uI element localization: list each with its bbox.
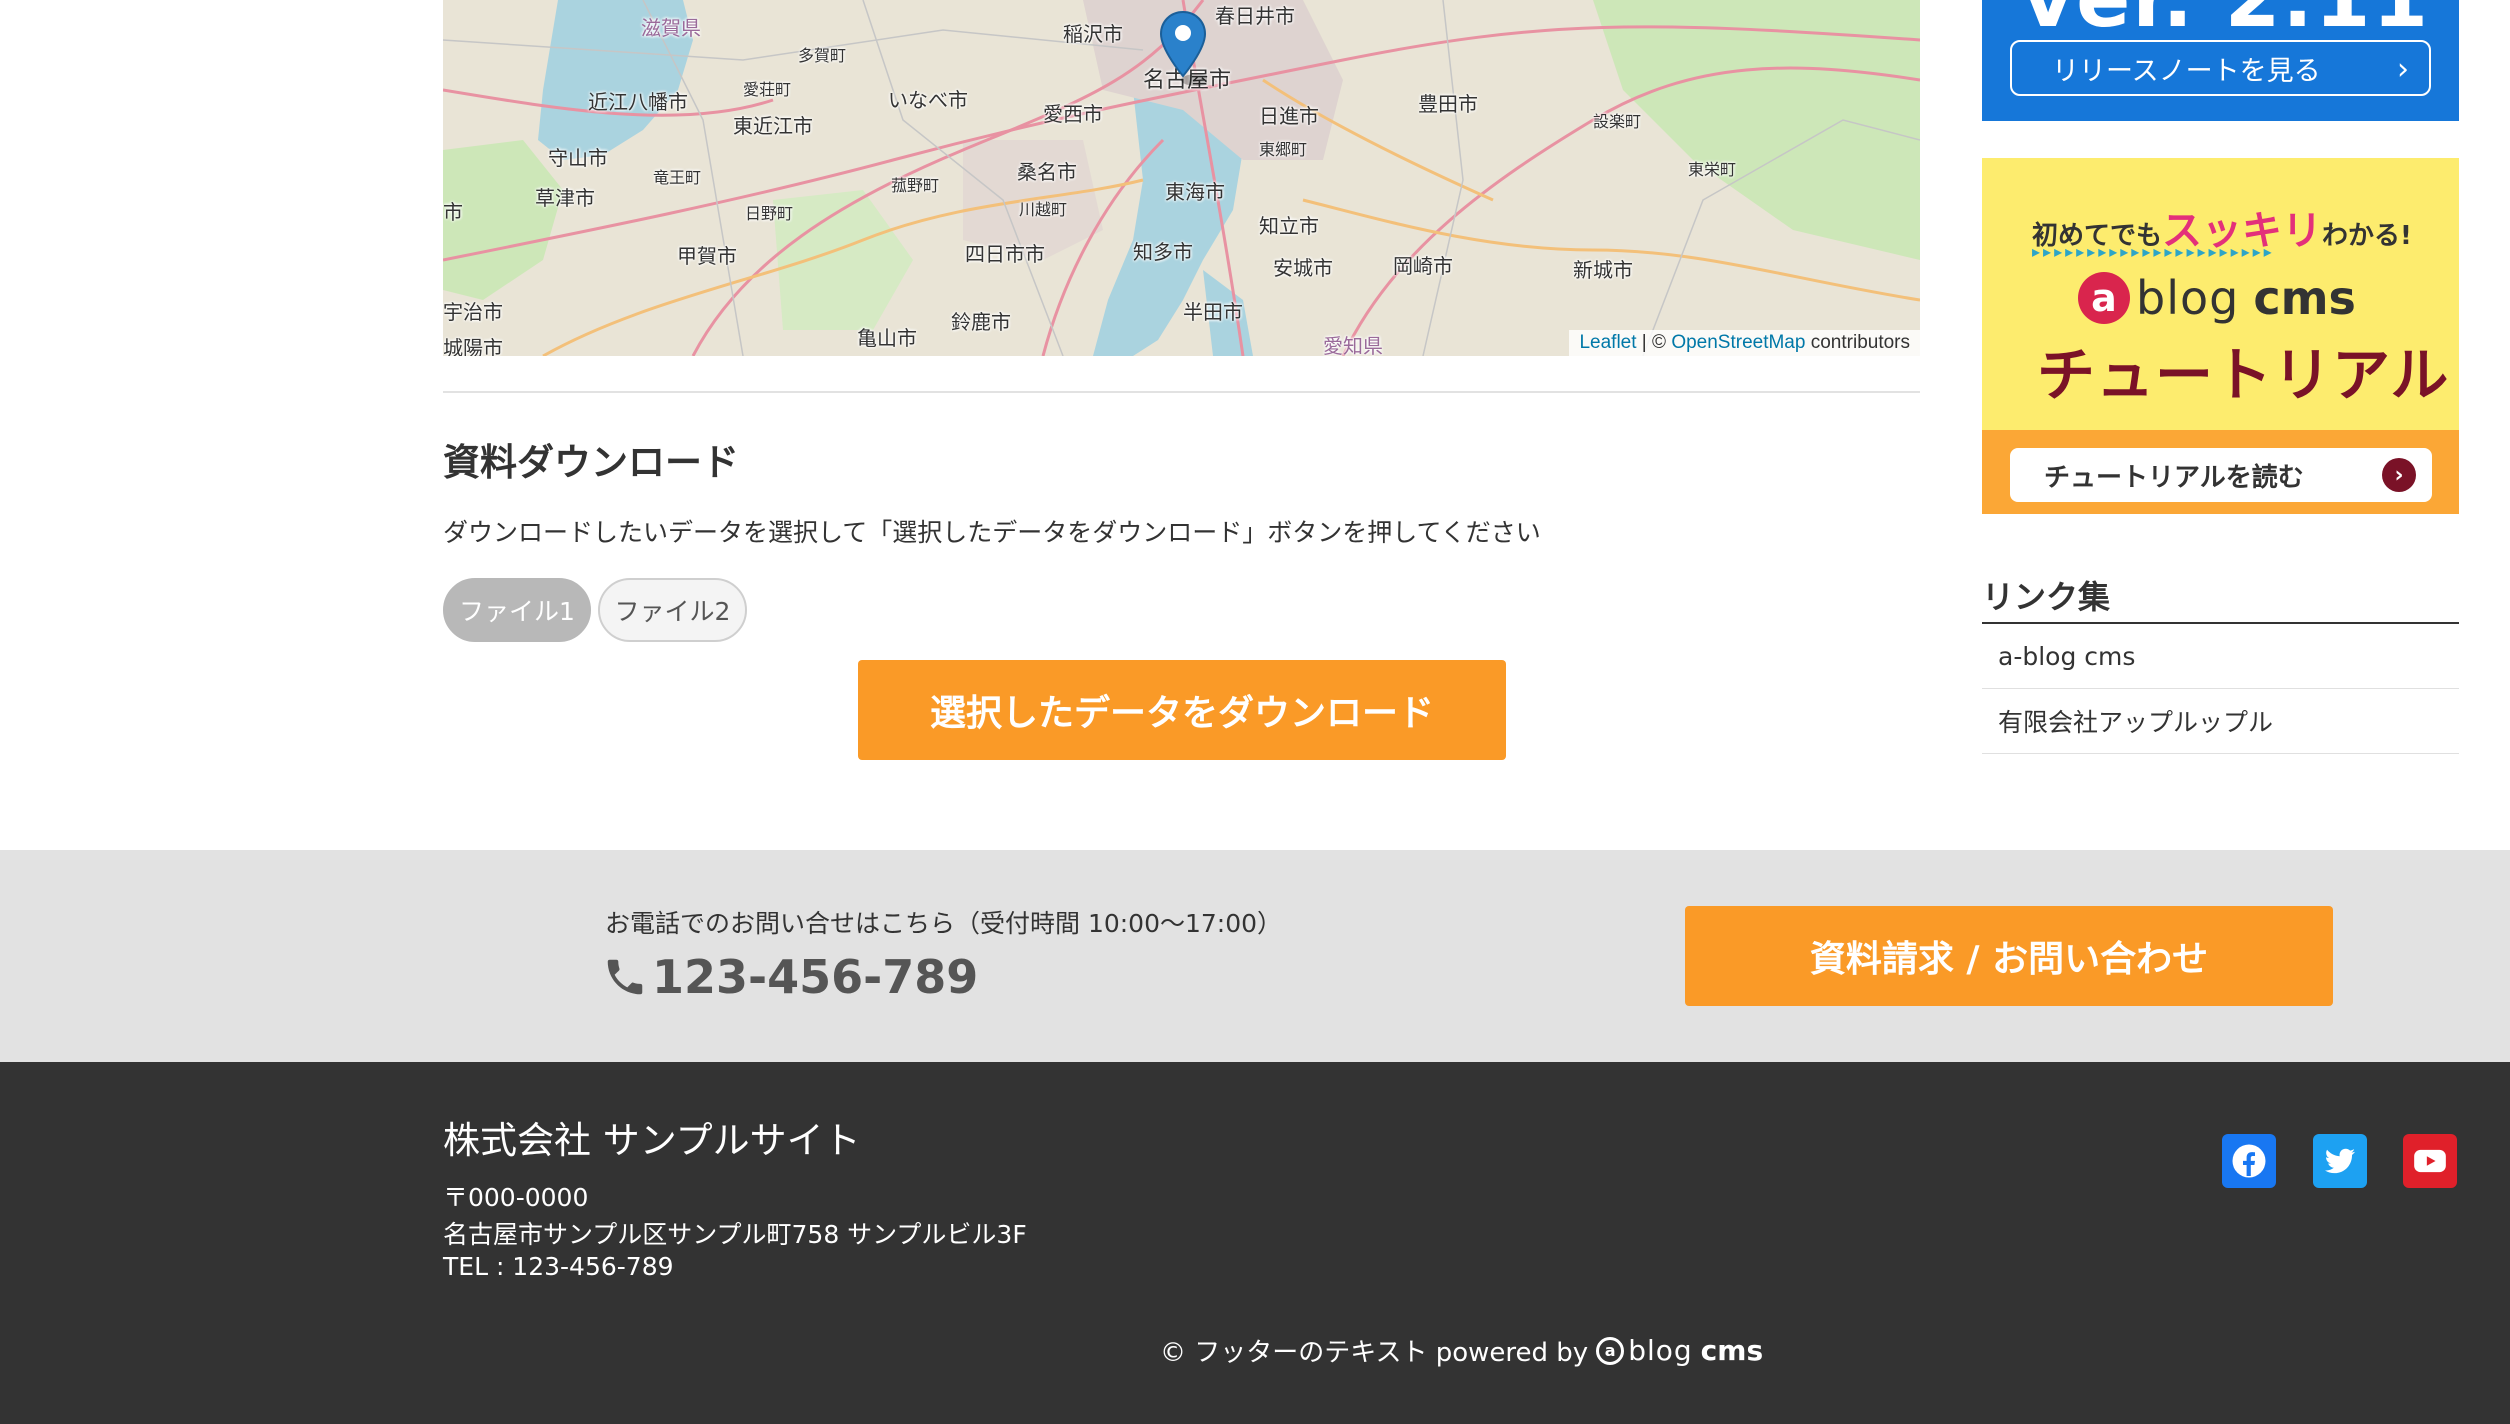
ablogcms-footer-logo-cms: cms — [1700, 1334, 1764, 1367]
map-label: 四日市市 — [965, 242, 1045, 266]
map-label: 草津市 — [535, 186, 595, 210]
phone-icon — [607, 959, 643, 995]
tutorial-banner[interactable]: 初めてでもスッキリわかる! ▸▸▸▸▸▸▸▸▸▸▸▸▸▸▸▸▸▸▸▸▸▸ a b… — [1982, 158, 2459, 514]
phone-number: 123-456-789 — [652, 950, 979, 1004]
map-label: 半田市 — [1183, 300, 1243, 324]
link-item-ablogcms[interactable]: a-blog cms — [1982, 624, 2459, 689]
file2-chip[interactable]: ファイル2 — [598, 578, 747, 642]
map-label: 愛荘町 — [743, 80, 792, 99]
map-label: 春日井市 — [1215, 4, 1295, 28]
map-attribution: Leaflet | © OpenStreetMap contributors — [1569, 330, 1920, 356]
release-notes-label: リリースノートを見る — [2052, 55, 2321, 87]
version-text: ver. 2.11 — [2022, 0, 2430, 45]
ablogcms-logo-blog: blog — [2136, 271, 2240, 325]
copyright-text: © フッターのテキスト powered by — [1160, 1338, 1589, 1368]
map-label: 日進市 — [1259, 104, 1319, 128]
read-tutorial-label: チュートリアルを読む — [2044, 462, 2304, 493]
contact-note: お電話でのお問い合せはこちら（受付時間 10:00〜17:00） — [605, 909, 1283, 938]
map-label: 東栄町 — [1688, 160, 1737, 179]
map-label: 鈴鹿市 — [951, 310, 1011, 334]
twitter-button[interactable] — [2313, 1134, 2367, 1188]
version-banner[interactable]: ver. 2.11 リリースノートを見る › — [1982, 0, 2459, 121]
youtube-icon — [2414, 1149, 2446, 1173]
address: 名古屋市サンプル区サンプル町758 サンプルビル3F — [443, 1220, 1027, 1249]
read-tutorial-button[interactable]: チュートリアルを読む › — [2010, 448, 2432, 502]
map-label: 稲沢市 — [1063, 22, 1123, 46]
map-label: 知立市 — [1259, 214, 1319, 238]
map-label: 川越町 — [1019, 200, 1068, 219]
map-label: 城陽市 — [443, 336, 503, 356]
map-label: 日野町 — [745, 204, 794, 223]
map-label: 桑名市 — [1017, 160, 1077, 184]
map-label: 市 — [443, 200, 463, 224]
map-label: 愛西市 — [1043, 102, 1103, 126]
map-label: 愛知県 — [1323, 334, 1383, 356]
map-label: いなべ市 — [888, 88, 968, 112]
tagline-part: わかる! — [2322, 221, 2412, 251]
chevron-right-icon: › — [2397, 52, 2409, 87]
contact-button[interactable]: 資料請求 / お問い合わせ — [1685, 906, 2333, 1006]
map-label: 東郷町 — [1259, 140, 1308, 159]
map-label: 安城市 — [1273, 256, 1333, 280]
download-selected-button[interactable]: 選択したデータをダウンロード — [858, 660, 1506, 760]
contact-phone: 123-456-789 — [602, 950, 978, 1004]
ablogcms-logo: a blog cms — [2078, 266, 2356, 330]
postal-code: 〒000-0000 — [443, 1183, 589, 1212]
map-label: 宇治市 — [443, 300, 503, 324]
map-label: 甲賀市 — [677, 244, 737, 268]
section-divider — [443, 391, 1920, 393]
links-title: リンク集 — [1982, 578, 2111, 616]
tutorial-title: チュートリアル — [2037, 341, 2450, 409]
map-label: 近江八幡市 — [588, 90, 688, 114]
arrow-decoration: ▸▸▸▸▸▸▸▸▸▸▸▸▸▸▸▸▸▸▸▸▸▸ — [2032, 242, 2275, 261]
download-description: ダウンロードしたいデータを選択して「選択したデータをダウンロード」ボタンを押して… — [443, 518, 1541, 547]
ablogcms-logo-mark: a — [2078, 272, 2130, 324]
leaflet-link[interactable]: Leaflet — [1579, 332, 1636, 353]
file1-chip[interactable]: ファイル1 — [443, 578, 591, 642]
map[interactable]: 滋賀県 近江八幡市 東近江市 守山市 草津市 甲賀市 宇治市 城陽市 愛荘町 竜… — [443, 0, 1920, 356]
map-label: 東海市 — [1165, 180, 1225, 204]
contact-band: お電話でのお問い合せはこちら（受付時間 10:00〜17:00） 123-456… — [0, 850, 2510, 1062]
map-marker-icon[interactable] — [1159, 10, 1207, 86]
map-label: 東近江市 — [733, 114, 813, 138]
facebook-icon — [2232, 1144, 2266, 1178]
footer: 株式会社 サンプルサイト 〒000-0000 名古屋市サンプル区サンプル町758… — [0, 1062, 2510, 1424]
map-label: 新城市 — [1573, 258, 1633, 282]
copyright: © フッターのテキスト powered by a blog cms — [1160, 1332, 1763, 1369]
chevron-right-circle-icon: › — [2382, 458, 2416, 492]
attribution-separator: | © — [1636, 332, 1672, 353]
map-label: 豊田市 — [1418, 92, 1478, 116]
release-notes-button[interactable]: リリースノートを見る › — [2010, 40, 2431, 96]
youtube-button[interactable] — [2403, 1134, 2457, 1188]
attribution-contributors: contributors — [1805, 332, 1910, 353]
map-label: 竜王町 — [653, 168, 702, 187]
ablogcms-footer-logo-mark: a — [1596, 1336, 1625, 1365]
map-label: 設楽町 — [1593, 112, 1642, 131]
map-label: 知多市 — [1133, 240, 1193, 264]
link-item-appleple[interactable]: 有限会社アップルップル — [1982, 689, 2459, 754]
ablogcms-footer-logo-blog: blog — [1628, 1334, 1693, 1367]
map-label: 多賀町 — [798, 46, 847, 65]
map-label: 滋賀県 — [641, 16, 701, 40]
ablogcms-logo-cms: cms — [2253, 271, 2356, 325]
footer-tel: TEL : 123-456-789 — [443, 1252, 674, 1281]
facebook-button[interactable] — [2222, 1134, 2276, 1188]
download-title: 資料ダウンロード — [443, 441, 739, 484]
links-list: a-blog cms 有限会社アップルップル — [1982, 624, 2459, 754]
twitter-icon — [2325, 1148, 2355, 1174]
map-label: 菰野町 — [891, 176, 940, 195]
openstreetmap-link[interactable]: OpenStreetMap — [1671, 332, 1805, 353]
map-label: 亀山市 — [857, 326, 917, 350]
map-label: 岡崎市 — [1393, 254, 1453, 278]
ablogcms-footer-logo[interactable]: a blog cms — [1596, 1334, 1763, 1367]
company-name: 株式会社 サンプルサイト — [443, 1119, 861, 1162]
map-label: 守山市 — [548, 146, 608, 170]
